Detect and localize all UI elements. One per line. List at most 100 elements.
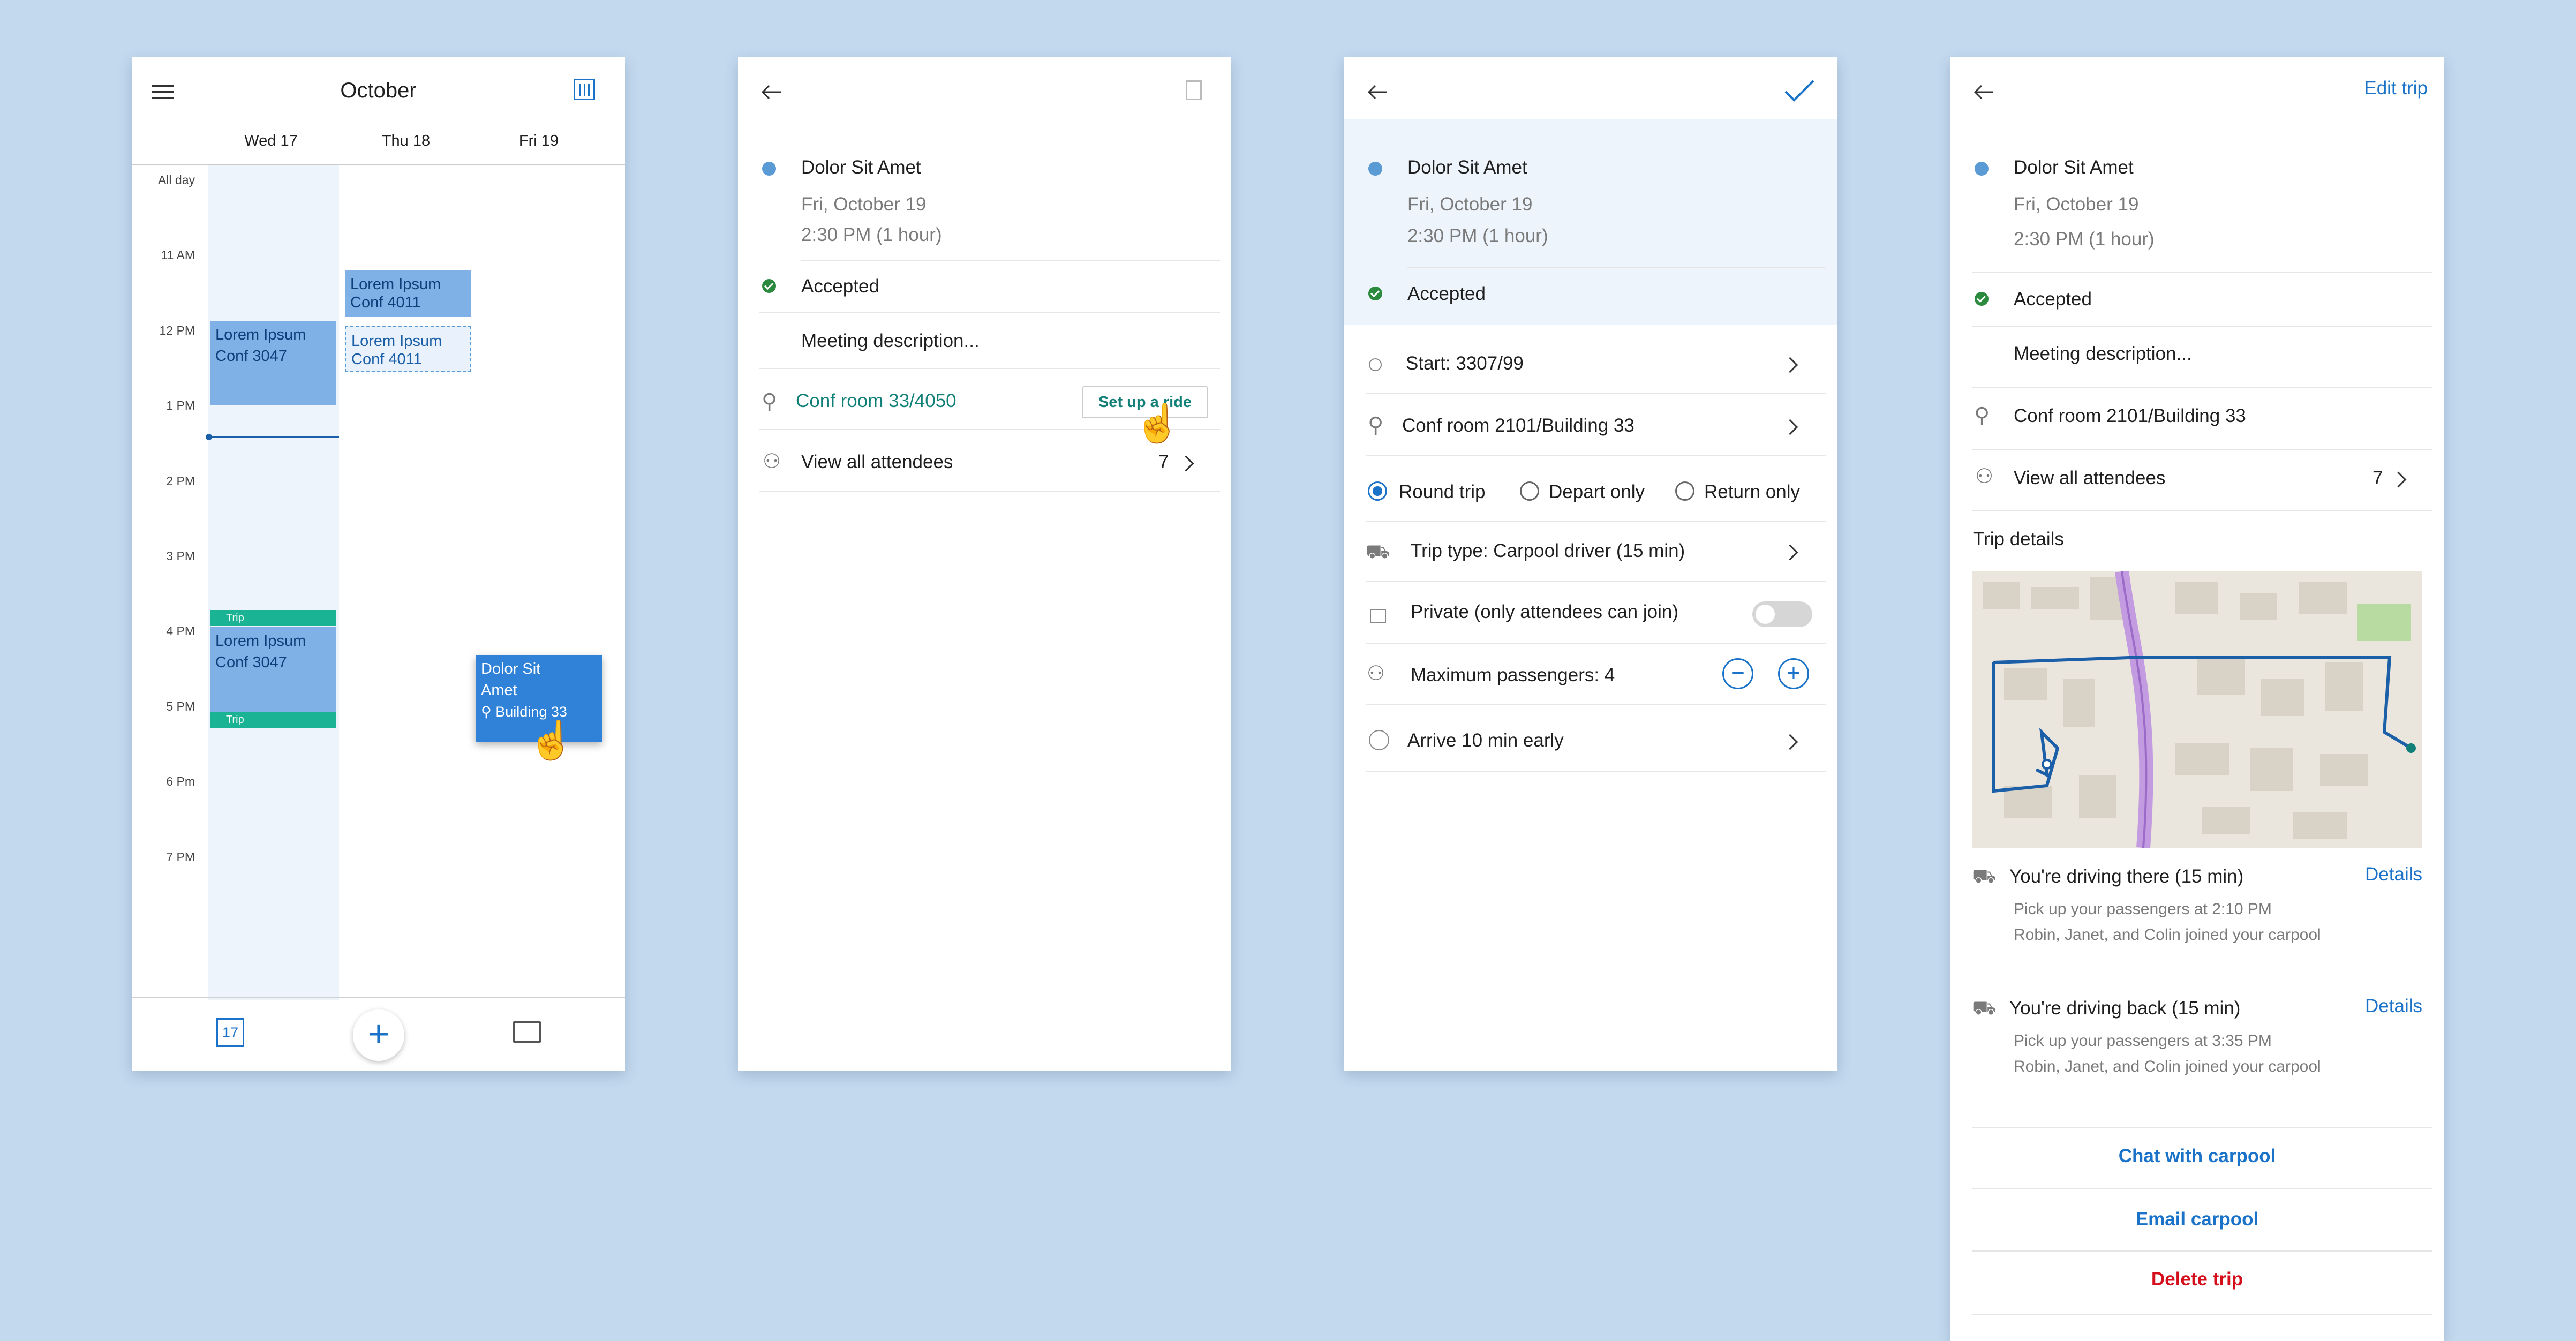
view-attendees[interactable]: View all attendees	[801, 451, 953, 473]
divider	[1366, 521, 1826, 522]
event-room: Conf 3047	[215, 348, 287, 365]
divider	[1972, 1250, 2432, 1252]
divider	[1972, 1127, 2432, 1128]
decrease-passengers-button[interactable]: −	[1722, 658, 1753, 689]
attendees-count: 7	[2372, 468, 2383, 488]
attendees-count: 7	[1158, 451, 1169, 472]
event-thu-tentative[interactable]: Lorem Ipsum Conf 4011	[345, 326, 471, 372]
event-time: 2:30 PM (1 hour)	[801, 224, 942, 245]
email-carpool-button[interactable]: Email carpool	[1950, 1209, 2444, 1230]
chevron-right-icon[interactable]	[1782, 544, 1798, 561]
calendar-screen: October Wed 17 Thu 18 Fri 19 All day 11 …	[132, 57, 625, 1071]
back-arrow-icon[interactable]	[760, 84, 782, 100]
depart-only-radio[interactable]	[1520, 481, 1539, 501]
return-only-radio[interactable]	[1675, 481, 1694, 501]
chevron-right-icon[interactable]	[1178, 455, 1194, 472]
trip-details-header: Trip details	[1973, 529, 2064, 549]
event-room: Conf 4011	[351, 351, 422, 368]
start-location[interactable]: Start: 3307/99	[1406, 353, 1524, 374]
event-date: Fri, October 19	[801, 194, 927, 215]
edit-trip-link[interactable]: Edit trip	[2364, 78, 2428, 99]
divider	[759, 368, 1220, 369]
rsvp-status[interactable]: Accepted	[2014, 289, 2092, 310]
person-icon: ⚇	[1975, 465, 1994, 488]
day-header-fri[interactable]: Fri 19	[474, 132, 603, 150]
car-icon: ⛟	[1972, 865, 1997, 887]
divider	[1366, 581, 1826, 582]
time-3pm: 3 PM	[166, 549, 195, 563]
trip-type[interactable]: Trip type: Carpool driver (15 min)	[1411, 540, 1685, 562]
delete-trip-button[interactable]: Delete trip	[1950, 1269, 2444, 1290]
divider	[1407, 267, 1826, 268]
divider	[1972, 1314, 2432, 1315]
time-6pm: 6 Pm	[166, 774, 195, 788]
drive-back-details-link[interactable]: Details	[2365, 996, 2422, 1017]
week-view-icon[interactable]	[574, 79, 595, 100]
event-title: Dolor Sit Amet	[2014, 157, 2134, 178]
accepted-check-icon	[762, 279, 776, 293]
chevron-right-icon[interactable]	[1782, 734, 1798, 750]
chevron-right-icon[interactable]	[1782, 357, 1798, 373]
drive-there-passengers: Robin, Janet, and Colin joined your carp…	[2014, 926, 2321, 944]
trip-tag-after[interactable]: Trip	[210, 712, 336, 728]
event-time: 2:30 PM (1 hour)	[2014, 229, 2155, 250]
destination[interactable]: Conf room 2101/Building 33	[1402, 415, 1635, 436]
event-location[interactable]: Conf room 33/4050	[796, 390, 956, 412]
location-pin-icon: ⚲	[1368, 413, 1384, 437]
back-arrow-icon[interactable]	[1367, 84, 1388, 100]
time-7pm: 7 PM	[166, 850, 195, 864]
chat-with-carpool-button[interactable]: Chat with carpool	[1950, 1146, 2444, 1167]
time-4pm: 4 PM	[166, 624, 195, 638]
meeting-description: Meeting description...	[2014, 343, 2192, 364]
event-thu-1130[interactable]: Lorem Ipsum Conf 4011	[345, 270, 471, 317]
rsvp-status[interactable]: Accepted	[801, 276, 879, 297]
chat-icon[interactable]	[513, 1021, 541, 1043]
private-toggle[interactable]	[1752, 601, 1812, 627]
delete-icon[interactable]	[1186, 80, 1202, 100]
event-wed-4pm[interactable]: Lorem Ipsum Conf 3047	[210, 627, 336, 714]
event-location[interactable]: Conf room 2101/Building 33	[2014, 405, 2246, 427]
drive-there-details-link[interactable]: Details	[2365, 864, 2422, 885]
add-event-button[interactable]: +	[353, 1009, 404, 1061]
day-header-wed[interactable]: Wed 17	[207, 132, 335, 150]
month-title[interactable]: October	[132, 79, 625, 103]
divider	[1366, 455, 1826, 456]
car-icon: ⛟	[1972, 997, 1997, 1019]
current-time-dot	[206, 434, 212, 440]
chevron-right-icon[interactable]	[1782, 419, 1798, 435]
divider	[1366, 643, 1826, 644]
round-trip-radio[interactable]	[1368, 481, 1387, 501]
back-arrow-icon[interactable]	[1973, 84, 1994, 100]
event-title: Lorem Ipsum	[215, 326, 306, 343]
round-trip-label[interactable]: Round trip	[1399, 481, 1485, 503]
calendar-icon[interactable]: 17	[216, 1018, 244, 1047]
event-wed-noon[interactable]: Lorem Ipsum Conf 3047	[210, 321, 336, 405]
view-attendees[interactable]: View all attendees	[2014, 468, 2165, 489]
route-map[interactable]	[1972, 571, 2422, 848]
return-only-label[interactable]: Return only	[1704, 481, 1800, 503]
confirm-check-icon[interactable]	[1783, 78, 1816, 104]
trip-tag-before[interactable]: Trip	[210, 610, 336, 626]
divider	[1972, 449, 2432, 450]
event-title: Lorem Ipsum	[215, 632, 306, 650]
calendar-date-badge: 17	[222, 1024, 239, 1041]
allday-label: All day	[157, 173, 195, 187]
divider	[759, 491, 1220, 492]
event-time: 2:30 PM (1 hour)	[1407, 225, 1548, 246]
arrive-early[interactable]: Arrive 10 min early	[1407, 730, 1564, 751]
divider	[1366, 393, 1826, 394]
drive-back-label: You're driving back (15 min)	[2009, 998, 2241, 1019]
day-header-thu[interactable]: Thu 18	[342, 132, 470, 150]
setup-ride-screen: Dolor Sit Amet Fri, October 19 2:30 PM (…	[1344, 57, 1837, 1071]
divider	[759, 312, 1220, 313]
drive-back-passengers: Robin, Janet, and Colin joined your carp…	[2014, 1058, 2321, 1075]
private-label: Private (only attendees can join)	[1411, 601, 1678, 622]
meeting-description: Meeting description...	[801, 330, 980, 351]
drive-there-pickup: Pick up your passengers at 2:10 PM	[2014, 900, 2272, 918]
rsvp-status[interactable]: Accepted	[1407, 283, 1486, 305]
chevron-right-icon[interactable]	[2390, 471, 2407, 488]
increase-passengers-button[interactable]: +	[1778, 658, 1809, 689]
calendar-color-dot	[1368, 162, 1382, 176]
depart-only-label[interactable]: Depart only	[1549, 481, 1645, 503]
location-pin-icon: ⚲	[1974, 404, 1990, 427]
